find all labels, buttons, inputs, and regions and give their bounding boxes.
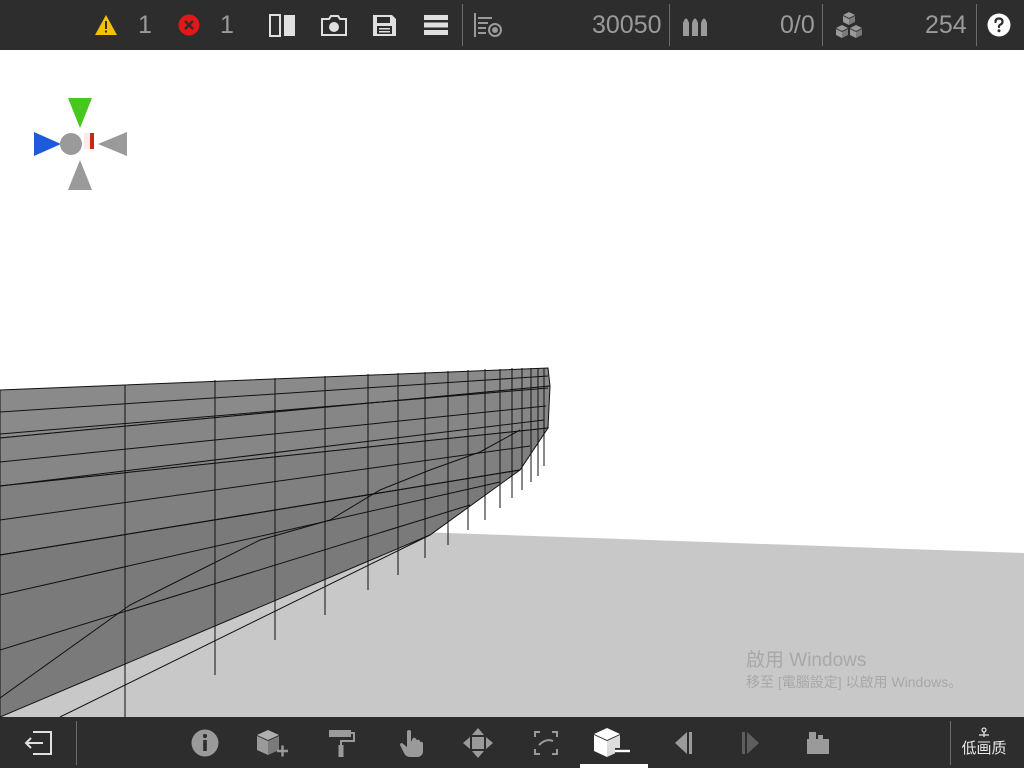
active-tool-indicator [580,764,648,768]
quality-label: 低画质 [961,740,1007,757]
anchor-icon [979,727,989,737]
errors-count: 1 [220,10,234,39]
block-edit-button[interactable] [587,717,637,768]
save-icon [373,14,396,36]
next-button[interactable] [725,717,775,768]
transform-icon [534,730,558,755]
block-edit-icon [594,727,630,757]
help-icon [987,13,1011,37]
split-view-icon [269,13,295,37]
polygon-count-value: 30050 [592,10,662,39]
move-button[interactable] [453,717,503,768]
ammo-icon [683,18,707,36]
ammo-stats [681,0,711,50]
view-mode-icon [807,731,829,754]
menu-icon [424,15,448,35]
add-block-icon [257,729,288,756]
watermark-line1: 啟用 Windows [746,650,867,671]
polygon-count: 30050 [592,0,662,50]
exit-icon [24,730,52,755]
stats-icon [474,13,502,37]
windows-activation-watermark: 啟用 Windows 移至 [電腦設定] 以啟用 Windows。 [746,650,962,692]
parts-icon [836,12,862,38]
split-view-button[interactable] [269,0,296,50]
toolbar-divider [76,721,77,765]
ammo-count-value: 0/0 [780,10,815,39]
warnings-indicator[interactable]: 1 [94,0,152,50]
add-block-button[interactable] [247,717,297,768]
previous-button[interactable] [659,717,709,768]
next-icon [742,731,759,754]
paint-roller-icon [329,729,355,757]
top-toolbar: 1 1 30050 0/0 254 [0,0,1024,50]
help-button[interactable] [987,0,1011,50]
watermark-line2: 移至 [電腦設定] 以啟用 Windows。 [746,674,963,690]
bottom-toolbar: 低画质 [0,717,1024,768]
hand-pointer-icon [400,729,423,757]
view-mode-button[interactable] [794,717,844,768]
toolbar-divider [950,721,951,765]
screenshot-button[interactable] [320,0,348,50]
select-button[interactable] [386,717,436,768]
orientation-gizmo[interactable] [28,95,132,195]
polygon-stats [472,0,504,50]
menu-button[interactable] [424,0,448,50]
toolbar-divider [669,4,670,46]
info-icon [191,729,219,756]
toolbar-divider [822,4,823,46]
camera-icon [321,15,347,36]
paint-button[interactable] [316,717,366,768]
scene-render [0,367,1024,717]
exit-button[interactable] [13,717,63,768]
parts-stats [834,0,864,50]
transform-button[interactable] [521,717,571,768]
toolbar-divider [976,4,977,46]
warnings-count: 1 [138,10,152,39]
parts-count: 254 [925,0,967,50]
move-arrows-icon [463,727,493,758]
toolbar-divider [462,4,463,46]
parts-count-value: 254 [925,10,967,39]
error-icon [178,14,200,36]
errors-indicator[interactable]: 1 [178,0,234,50]
3d-viewport[interactable]: 啟用 Windows 移至 [電腦設定] 以啟用 Windows。 [0,50,1024,717]
warning-icon [95,15,117,35]
ammo-count: 0/0 [780,0,815,50]
save-button[interactable] [372,0,397,50]
info-button[interactable] [180,717,230,768]
previous-icon [675,731,692,754]
quality-toggle[interactable]: 低画质 [954,717,1014,768]
